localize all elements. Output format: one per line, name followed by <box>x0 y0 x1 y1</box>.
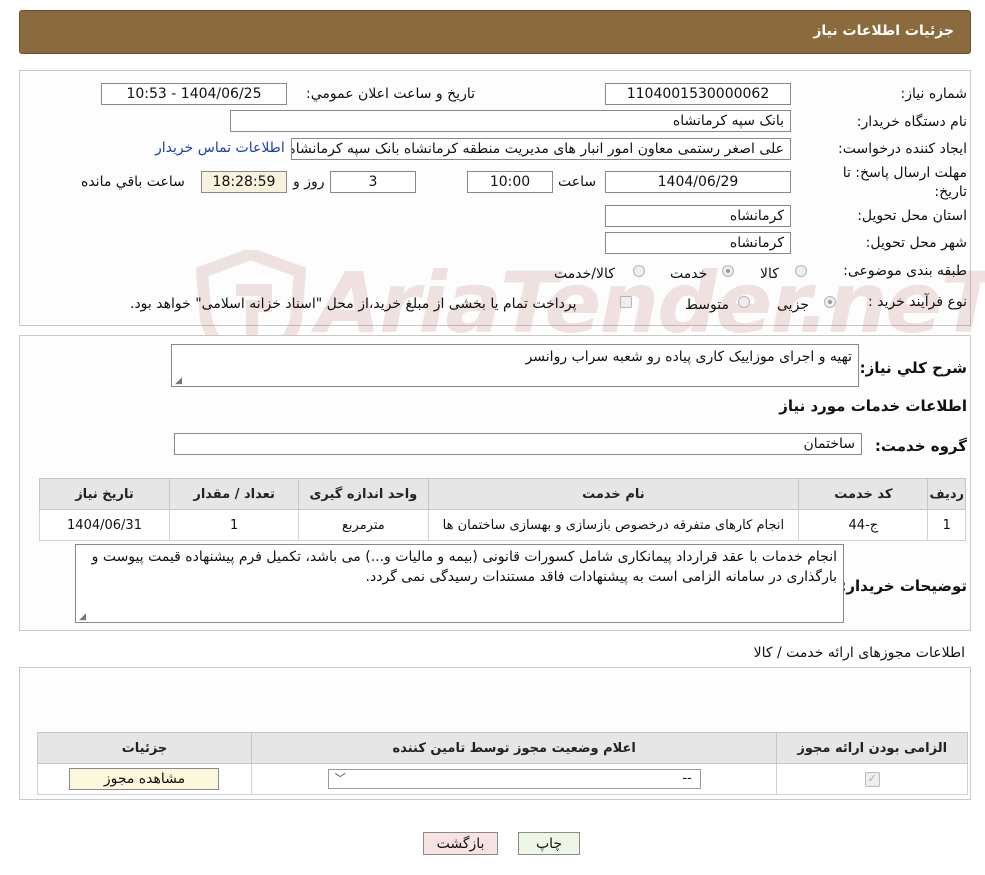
deadline-label-line2: تاریخ: <box>934 184 967 200</box>
col-permit-status: اعلام وضعیت مجوز توسط تامین کننده <box>250 732 778 764</box>
permits-table: الزامی بودن ارائه مجوز اعلام وضعیت مجوز … <box>37 732 968 795</box>
cell-quantity: 1 <box>168 509 300 541</box>
province-field: کرمانشاه <box>605 205 791 227</box>
need-summary-label: شرح کلي نياز: <box>859 359 967 377</box>
page-header: جزئیات اطلاعات نیاز <box>19 10 971 54</box>
permit-status-select[interactable]: -- ﹀ <box>327 769 701 789</box>
permits-table-header: الزامی بودن ارائه مجوز اعلام وضعیت مجوز … <box>37 732 968 764</box>
creator-field: علی اصغر رستمی معاون امور انبار های مدیر… <box>291 138 791 160</box>
need-summary-text: تهیه و اجرای موزاییک کاری پیاده رو شعبه … <box>525 349 852 365</box>
cell-service-code: ج-44 <box>798 509 929 541</box>
city-field: کرمانشاه <box>605 232 791 254</box>
remaining-time-label: ساعت باقي مانده <box>81 174 185 190</box>
col-need-date: تاریخ نیاز <box>39 478 170 510</box>
page-title: جزئیات اطلاعات نیاز <box>813 23 954 39</box>
resize-grip-icon: ◢ <box>79 612 86 622</box>
details-panel <box>19 70 971 326</box>
service-group-label: گروه خدمت: <box>874 437 967 455</box>
cell-service-name: انجام کارهای متفرقه درخصوص بازسازی و بهس… <box>427 509 800 541</box>
category-radio-service[interactable] <box>722 265 734 277</box>
resize-grip-icon: ◢ <box>175 376 182 386</box>
buyer-contact-link[interactable]: اطلاعات تماس خریدار <box>155 140 285 156</box>
process-radio-minor[interactable] <box>824 296 836 308</box>
buyer-notes-label: توضیحات خریدار: <box>840 577 967 595</box>
permit-required-cell: ✓ <box>776 763 968 795</box>
permit-status-cell: -- ﹀ <box>250 763 778 795</box>
col-unit: واحد اندازه گیری <box>298 478 429 510</box>
category-radio-goods-service[interactable] <box>633 265 645 277</box>
buyer-org-field: بانک سپه کرمانشاه <box>230 110 791 132</box>
days-label: روز و <box>293 174 325 190</box>
category-option-goods: کالا <box>760 266 779 282</box>
table-row: 1 ج-44 انجام کارهای متفرقه درخصوص بازساز… <box>39 509 966 541</box>
deadline-date-field: 1404/06/29 <box>605 171 791 193</box>
services-heading: اطلاعات خدمات مورد نیاز <box>779 397 967 415</box>
creator-label: ایجاد کننده درخواست: <box>838 141 967 157</box>
need-number-label: شماره نیاز: <box>900 86 968 102</box>
category-option-goods-service: کالا/خدمت <box>554 266 615 282</box>
need-number-field: 1104001530000062 <box>605 83 791 105</box>
cell-unit: مترمربع <box>298 509 429 541</box>
col-service-code: کد خدمت <box>798 478 929 510</box>
col-permit-details: جزئیات <box>37 732 252 764</box>
process-option-minor: جزیی <box>777 297 809 313</box>
permit-status-value: -- <box>682 771 692 786</box>
buyer-notes-field[interactable]: انجام خدمات با عقد قرارداد پیمانکاری شام… <box>75 544 844 623</box>
buyer-org-label: نام دستگاه خریدار: <box>856 114 967 130</box>
announce-date-field: 1404/06/25 - 10:53 <box>101 83 287 105</box>
treasury-payment-note: پرداخت تمام یا بخشی از مبلغ خرید،از محل … <box>130 296 577 312</box>
permit-required-checkbox: ✓ <box>864 771 880 787</box>
chevron-down-icon: ﹀ <box>334 772 346 785</box>
cell-row-number: 1 <box>927 509 966 541</box>
col-permit-required: الزامی بودن ارائه مجوز <box>776 732 968 764</box>
print-button[interactable]: چاپ <box>518 832 580 855</box>
view-permit-button[interactable]: مشاهده مجوز <box>69 768 220 790</box>
col-row-number: ردیف <box>927 478 966 510</box>
buyer-notes-text: انجام خدمات با عقد قرارداد پیمانکاری شام… <box>91 549 837 585</box>
days-field: 3 <box>330 171 416 193</box>
treasury-payment-checkbox[interactable] <box>620 296 632 308</box>
remaining-time-field: 18:28:59 <box>201 171 287 193</box>
services-table: ردیف کد خدمت نام خدمت واحد اندازه گیری ت… <box>39 478 966 541</box>
deadline-time-label: ساعت <box>558 174 597 190</box>
permit-details-cell: مشاهده مجوز <box>37 763 252 795</box>
col-service-name: نام خدمت <box>427 478 800 510</box>
process-option-medium: متوسط <box>685 297 729 313</box>
city-label: شهر محل تحویل: <box>865 235 967 251</box>
process-radio-medium[interactable] <box>738 296 750 308</box>
service-group-field: ساختمان <box>174 433 862 455</box>
services-table-header: ردیف کد خدمت نام خدمت واحد اندازه گیری ت… <box>39 478 966 510</box>
back-button[interactable]: بازگشت <box>423 832 498 855</box>
category-option-service: خدمت <box>670 266 708 282</box>
category-label: طبقه بندی موضوعی: <box>843 263 967 279</box>
category-radio-goods[interactable] <box>795 265 807 277</box>
process-type-label: نوع فرآیند خرید : <box>868 294 967 310</box>
cell-need-date: 1404/06/31 <box>39 509 170 541</box>
need-summary-field[interactable]: تهیه و اجرای موزاییک کاری پیاده رو شعبه … <box>171 344 859 387</box>
permits-heading: اطلاعات مجوزهای ارائه خدمت / کالا <box>753 645 965 661</box>
col-quantity: تعداد / مقدار <box>168 478 300 510</box>
province-label: استان محل تحویل: <box>857 208 967 224</box>
table-row: ✓ -- ﹀ مشاهده مجوز <box>37 763 968 795</box>
deadline-time-field: 10:00 <box>467 171 553 193</box>
announce-date-label: تاریخ و ساعت اعلان عمومي: <box>306 86 475 102</box>
deadline-label: مهلت ارسال پاسخ: تا <box>842 165 967 181</box>
